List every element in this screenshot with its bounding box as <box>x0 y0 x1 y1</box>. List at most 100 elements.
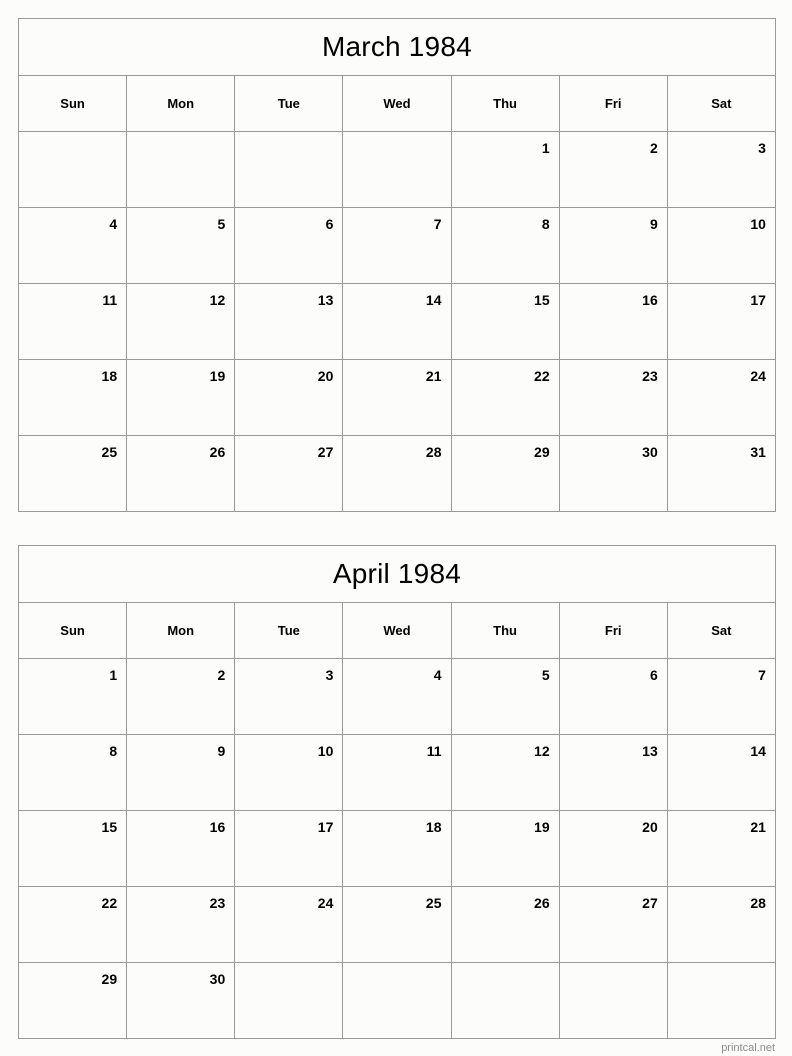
calendar-week-row: 29 30 <box>17 962 776 1039</box>
day-cell[interactable]: 27 <box>558 886 668 963</box>
day-cell[interactable]: 31 <box>666 435 776 512</box>
day-cell[interactable]: 17 <box>234 810 344 887</box>
day-number: 12 <box>209 292 226 308</box>
day-cell[interactable]: 1 <box>450 131 560 208</box>
day-number: 25 <box>101 444 118 460</box>
day-cell[interactable]: 11 <box>342 734 452 811</box>
day-cell[interactable]: 30 <box>558 435 668 512</box>
day-cell[interactable]: 29 <box>17 962 128 1039</box>
day-cell[interactable]: 21 <box>342 359 452 436</box>
calendar-week-row: 15 16 17 18 19 20 21 <box>17 810 776 887</box>
day-cell[interactable]: 5 <box>450 658 560 735</box>
day-cell[interactable]: 18 <box>342 810 452 887</box>
day-cell[interactable]: 12 <box>450 734 560 811</box>
day-cell[interactable]: 9 <box>558 207 668 284</box>
day-cell[interactable]: 2 <box>126 658 236 735</box>
day-number: 19 <box>209 368 226 384</box>
day-cell[interactable]: 16 <box>126 810 236 887</box>
day-number: 28 <box>750 895 766 911</box>
day-cell[interactable]: 22 <box>17 886 128 963</box>
day-number: 14 <box>425 292 442 308</box>
day-number: 16 <box>642 292 658 308</box>
day-cell[interactable]: 6 <box>558 658 668 735</box>
day-cell[interactable]: 7 <box>342 207 452 284</box>
day-cell[interactable]: 23 <box>558 359 668 436</box>
day-cell[interactable]: 19 <box>126 359 236 436</box>
weekday-header-mon: Mon <box>126 602 236 659</box>
day-cell[interactable]: 2 <box>558 131 668 208</box>
day-cell[interactable]: 7 <box>666 658 776 735</box>
day-number: 25 <box>425 895 442 911</box>
day-cell-empty <box>666 962 776 1039</box>
day-cell[interactable]: 26 <box>450 886 560 963</box>
day-cell[interactable]: 9 <box>126 734 236 811</box>
day-number: 19 <box>534 819 550 835</box>
day-cell[interactable]: 8 <box>450 207 560 284</box>
day-cell[interactable]: 15 <box>450 283 560 360</box>
day-cell[interactable]: 6 <box>234 207 344 284</box>
day-cell[interactable]: 21 <box>666 810 776 887</box>
calendar-week-row: 11 12 13 14 15 16 17 <box>17 283 776 360</box>
day-cell-empty <box>342 962 452 1039</box>
day-cell[interactable]: 10 <box>234 734 344 811</box>
day-number: 27 <box>642 895 658 911</box>
day-cell[interactable]: 1 <box>17 658 128 735</box>
day-cell[interactable]: 14 <box>342 283 452 360</box>
day-cell-empty <box>17 131 128 208</box>
day-cell[interactable]: 24 <box>666 359 776 436</box>
calendar-title-row: March 1984 <box>18 18 776 76</box>
day-cell[interactable]: 20 <box>558 810 668 887</box>
day-cell[interactable]: 11 <box>17 283 128 360</box>
day-cell[interactable]: 30 <box>126 962 236 1039</box>
day-cell-empty <box>450 962 560 1039</box>
calendar-week-row: 18 19 20 21 22 23 24 <box>17 359 776 436</box>
day-cell[interactable]: 14 <box>666 734 776 811</box>
day-number: 6 <box>325 216 334 232</box>
day-cell[interactable]: 29 <box>450 435 560 512</box>
weekday-header-fri: Fri <box>558 602 668 659</box>
day-cell[interactable]: 24 <box>234 886 344 963</box>
day-cell[interactable]: 25 <box>342 886 452 963</box>
day-cell[interactable]: 23 <box>126 886 236 963</box>
day-number: 18 <box>425 819 442 835</box>
day-cell[interactable]: 3 <box>666 131 776 208</box>
day-cell[interactable]: 28 <box>666 886 776 963</box>
day-cell-empty <box>126 131 236 208</box>
day-cell[interactable]: 27 <box>234 435 344 512</box>
day-cell[interactable]: 18 <box>17 359 128 436</box>
day-cell[interactable]: 20 <box>234 359 344 436</box>
day-cell[interactable]: 10 <box>666 207 776 284</box>
day-cell[interactable]: 16 <box>558 283 668 360</box>
day-number: 27 <box>317 444 334 460</box>
day-cell[interactable]: 4 <box>342 658 452 735</box>
day-number: 14 <box>750 743 766 759</box>
day-number: 4 <box>433 667 442 683</box>
day-cell[interactable]: 26 <box>126 435 236 512</box>
month-title: March 1984 <box>18 18 776 76</box>
day-number: 7 <box>433 216 442 232</box>
day-cell[interactable]: 13 <box>234 283 344 360</box>
day-cell[interactable]: 28 <box>342 435 452 512</box>
day-cell[interactable]: 17 <box>666 283 776 360</box>
day-cell[interactable]: 12 <box>126 283 236 360</box>
day-number: 24 <box>750 368 766 384</box>
day-cell[interactable]: 25 <box>17 435 128 512</box>
day-cell[interactable]: 8 <box>17 734 128 811</box>
day-number: 13 <box>317 292 334 308</box>
day-cell[interactable]: 22 <box>450 359 560 436</box>
calendar-page: March 1984 Sun Mon Tue Wed Thu Fri Sat 1 2 3 4 5 6 7 8 9… <box>0 0 792 1056</box>
day-cell[interactable]: 3 <box>234 658 344 735</box>
day-number: 15 <box>534 292 550 308</box>
day-cell[interactable]: 19 <box>450 810 560 887</box>
day-number: 17 <box>317 819 334 835</box>
day-cell[interactable]: 15 <box>17 810 128 887</box>
calendar-week-row: 25 26 27 28 29 30 31 <box>17 435 776 512</box>
day-cell[interactable]: 4 <box>17 207 128 284</box>
day-cell-empty <box>558 962 668 1039</box>
day-cell[interactable]: 5 <box>126 207 236 284</box>
weekday-header-sun: Sun <box>17 75 128 132</box>
day-number: 31 <box>750 444 766 460</box>
day-number: 2 <box>649 140 658 156</box>
day-cell[interactable]: 13 <box>558 734 668 811</box>
day-number: 5 <box>541 667 550 683</box>
